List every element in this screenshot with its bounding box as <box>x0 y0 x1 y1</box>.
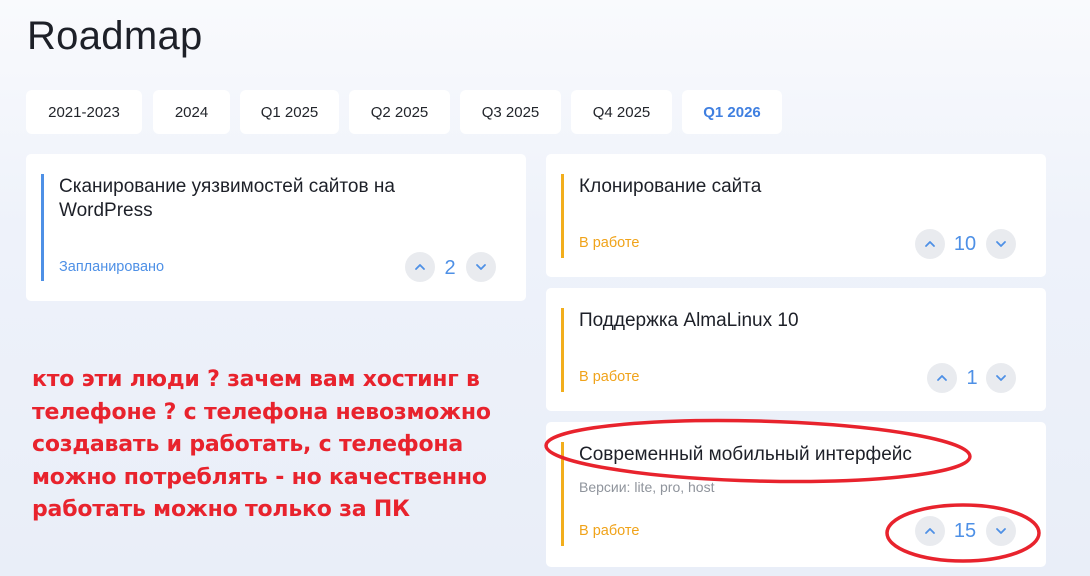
upvote-button[interactable] <box>915 516 945 546</box>
upvote-button[interactable] <box>915 229 945 259</box>
status-label: Запланировано <box>59 259 165 275</box>
card-title: Поддержка AlmaLinux 10 <box>579 310 799 331</box>
chevron-up-icon <box>925 241 935 247</box>
chevron-down-icon <box>476 264 486 270</box>
tab-2024[interactable]: 2024 <box>153 90 230 134</box>
tab-q3-2025[interactable]: Q3 2025 <box>460 90 561 134</box>
annotation-comment: кто эти люди ? зачем вам хостинг в телеф… <box>32 367 491 522</box>
vote-count: 2 <box>444 257 456 279</box>
tab-2021-2023[interactable]: 2021-2023 <box>26 90 142 134</box>
chevron-down-icon <box>996 528 1006 534</box>
chevron-down-icon <box>996 375 1006 381</box>
card-subtitle: Версии: lite, pro, host <box>579 479 715 495</box>
status-label: В работе <box>579 369 640 385</box>
downvote-button[interactable] <box>986 363 1016 393</box>
card-title: Сканирование уязвимостей сайтов на WordP… <box>59 176 395 221</box>
chevron-up-icon <box>937 375 947 381</box>
roadmap-card-mobile-interface[interactable]: Современный мобильный интерфейс Версии: … <box>546 422 1046 567</box>
card-title: Клонирование сайта <box>579 176 762 197</box>
chevron-down-icon <box>996 241 1006 247</box>
tab-q1-2026[interactable]: Q1 2026 <box>682 90 782 134</box>
page-title: Roadmap <box>27 14 203 58</box>
roadmap-card-site-cloning[interactable]: Клонирование сайта В работе 10 <box>546 154 1046 277</box>
chevron-up-icon <box>415 264 425 270</box>
tab-q1-2025[interactable]: Q1 2025 <box>240 90 339 134</box>
downvote-button[interactable] <box>986 516 1016 546</box>
tab-q4-2025[interactable]: Q4 2025 <box>571 90 672 134</box>
status-bar <box>561 442 564 546</box>
downvote-button[interactable] <box>986 229 1016 259</box>
tab-q2-2025[interactable]: Q2 2025 <box>349 90 450 134</box>
status-label: В работе <box>579 235 640 251</box>
vote-count: 10 <box>953 233 977 255</box>
chevron-up-icon <box>925 528 935 534</box>
status-bar <box>41 174 44 281</box>
roadmap-card-wordpress-scan[interactable]: Сканирование уязвимостей сайтов на WordP… <box>26 154 526 301</box>
status-label: В работе <box>579 523 640 539</box>
card-title: Современный мобильный интерфейс <box>579 444 912 465</box>
roadmap-card-almalinux[interactable]: Поддержка AlmaLinux 10 В работе 1 <box>546 288 1046 411</box>
downvote-button[interactable] <box>466 252 496 282</box>
status-bar <box>561 174 564 258</box>
vote-count: 15 <box>953 520 977 542</box>
status-bar <box>561 308 564 392</box>
